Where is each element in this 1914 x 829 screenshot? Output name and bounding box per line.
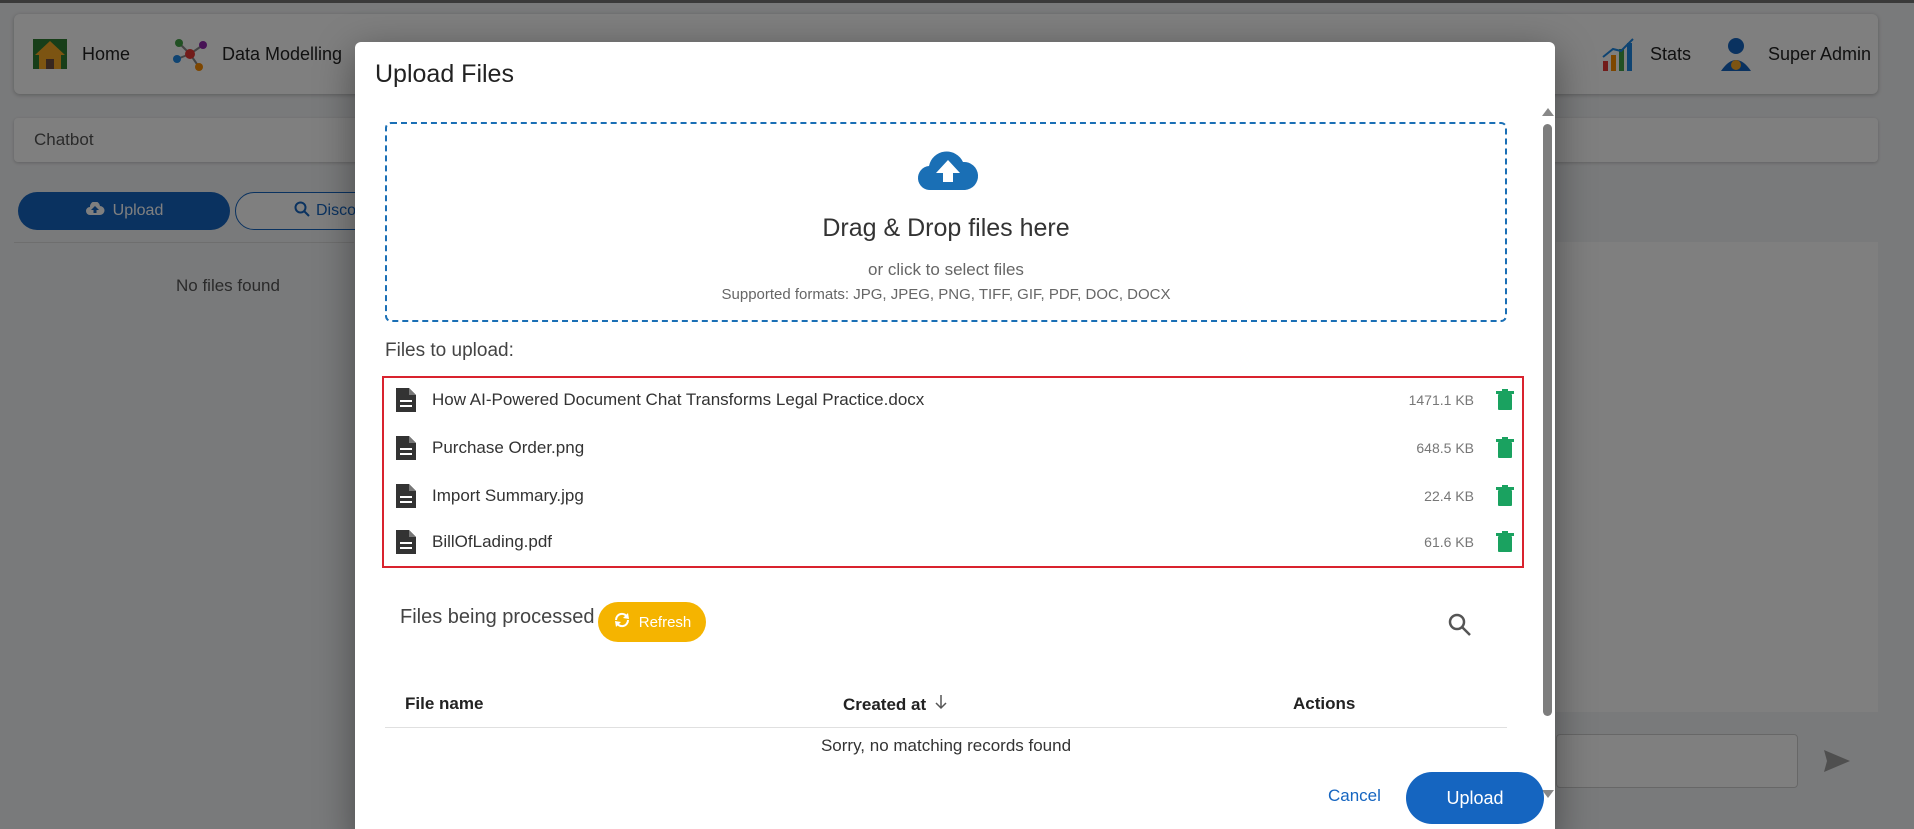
trash-icon[interactable]: [1496, 485, 1514, 507]
window-top-edge: [0, 0, 1914, 3]
table-header: File name Created at Actions: [385, 682, 1507, 728]
dropzone-subtitle: or click to select files: [868, 260, 1024, 279]
scrollbar-thumb[interactable]: [1543, 124, 1552, 716]
file-size: 648.5 KB: [1416, 440, 1474, 456]
cloud-upload-icon: [917, 148, 979, 192]
supported-formats: Supported formats: JPG, JPEG, PNG, TIFF,…: [721, 286, 1171, 303]
file-name: Purchase Order.png: [432, 438, 585, 457]
scroll-up-arrow-icon[interactable]: [1542, 108, 1554, 116]
upload-submit-button[interactable]: Upload: [1406, 772, 1544, 824]
file-size: 61.6 KB: [1424, 534, 1474, 550]
document-icon: [396, 388, 416, 412]
column-created-at[interactable]: Created at: [843, 694, 948, 715]
column-file-name[interactable]: File name: [405, 694, 483, 714]
files-to-upload-label: Files to upload:: [385, 340, 514, 361]
empty-table-message: Sorry, no matching records found: [820, 736, 1072, 755]
search-icon[interactable]: [1447, 612, 1473, 638]
file-name: Import Summary.jpg: [432, 486, 584, 505]
trash-icon[interactable]: [1496, 437, 1514, 459]
cancel-button[interactable]: Cancel: [1328, 786, 1381, 806]
refresh-button-label: Refresh: [638, 613, 692, 631]
sort-arrow-down-icon: [934, 694, 948, 715]
dropzone-title: Drag & Drop files here: [822, 214, 1070, 242]
list-item: How AI-Powered Document Chat Transforms …: [394, 380, 1514, 420]
refresh-icon: [613, 611, 631, 633]
trash-icon[interactable]: [1496, 531, 1514, 553]
file-dropzone[interactable]: Drag & Drop files here or click to selec…: [385, 122, 1507, 322]
document-icon: [396, 436, 416, 460]
trash-icon[interactable]: [1496, 389, 1514, 411]
column-actions: Actions: [1293, 694, 1355, 714]
file-size: 1471.1 KB: [1408, 392, 1474, 408]
document-icon: [396, 530, 416, 554]
file-name: BillOfLading.pdf: [432, 532, 553, 551]
column-created-at-label: Created at: [843, 694, 927, 714]
file-size: 22.4 KB: [1424, 488, 1474, 504]
list-item: Import Summary.jpg 22.4 KB: [394, 476, 1514, 516]
list-item: BillOfLading.pdf 61.6 KB: [394, 522, 1514, 562]
list-item: Purchase Order.png 648.5 KB: [394, 428, 1514, 468]
dialog-scrollbar[interactable]: [1540, 108, 1554, 798]
refresh-button[interactable]: Refresh: [598, 602, 706, 642]
document-icon: [396, 484, 416, 508]
column-file-name-label: File name: [405, 694, 484, 713]
column-actions-label: Actions: [1293, 694, 1356, 713]
files-to-upload-list: How AI-Powered Document Chat Transforms …: [382, 376, 1524, 568]
files-processing-label: Files being processed: [400, 606, 595, 628]
dialog-title: Upload Files: [375, 60, 514, 88]
file-name: How AI-Powered Document Chat Transforms …: [432, 390, 925, 409]
upload-files-dialog: Upload Files Drag & Drop files here or c…: [355, 42, 1555, 829]
